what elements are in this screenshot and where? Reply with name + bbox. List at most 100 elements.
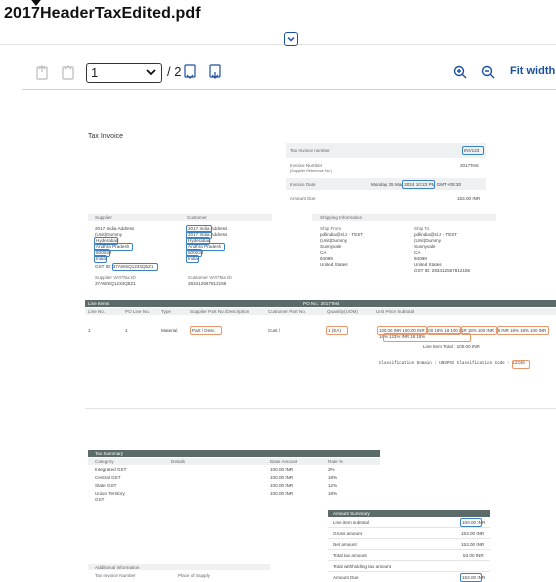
- tax-category: Central GST: [95, 475, 121, 480]
- invoice-number-label: Invoice Number: [290, 163, 323, 168]
- ship-to-line: United States: [414, 262, 442, 267]
- tax-rate: 3%: [328, 467, 335, 472]
- viewer-toolbar: [0, 56, 556, 88]
- ship-from-line: Sunnyvale: [320, 244, 342, 249]
- ship-from-line: United States: [320, 262, 348, 267]
- page-total: / 2: [167, 64, 182, 79]
- amount-label: Net amount: [333, 542, 357, 547]
- col-details: Details: [171, 459, 186, 464]
- tax-category: State GST: [95, 483, 117, 488]
- divider: [328, 560, 490, 561]
- title-bar: 2017HeaderTaxEdited.pdf: [0, 0, 556, 46]
- tax-rate: 18%: [328, 491, 338, 496]
- ship-to-line: 94089: [414, 256, 427, 261]
- col-unit-price: Unit Price Subtotal: [376, 309, 415, 314]
- party-header-bg: [88, 214, 272, 221]
- highlight-box: [94, 255, 107, 263]
- col-supplier-part: Supplier Part No./Description: [190, 309, 250, 314]
- line-items-header: Line Items: [88, 301, 110, 306]
- ship-from-line: (Unit)Dummy: [320, 238, 348, 243]
- tax-base: 100.00 INR: [270, 491, 294, 496]
- highlight-box: [460, 518, 482, 527]
- highlight-box: [497, 326, 549, 335]
- classification: Classification Domain : UNSPSC Classific…: [379, 362, 525, 366]
- highlight-box: [383, 333, 471, 342]
- page-number-select[interactable]: 1: [86, 63, 162, 83]
- collapse-toggle-button[interactable]: [284, 32, 298, 46]
- chevron-down-icon: [287, 36, 295, 42]
- supplier-vat-label: Supplier VAT/Tax ID: [95, 275, 136, 280]
- amount-label: Total withholding tax amount: [333, 564, 391, 569]
- po-number: PO No.: 2017Test: [303, 301, 340, 306]
- tax-base: 100.00 INR: [270, 475, 294, 480]
- pdf-page: Tax Invoice Tax Invoice number INV123 In…: [0, 90, 556, 582]
- supplier-vat-value: 37AWSQ1234Q5Z1: [95, 281, 136, 286]
- invoice-heading: Tax Invoice: [88, 133, 124, 140]
- tax-invoice-number-label: Tax Invoice number: [290, 148, 330, 153]
- first-page-disabled-icon[interactable]: [34, 64, 50, 80]
- customer-vat-value: 283412567812156: [188, 281, 227, 286]
- col-category: Category: [95, 459, 114, 464]
- amount-summary-header: Amount Summary: [333, 511, 370, 516]
- supplier-header: Supplier: [95, 215, 112, 220]
- amount-value: 153.00 INR: [461, 542, 485, 547]
- ship-to-line: CA: [414, 250, 421, 255]
- divider: [328, 527, 490, 528]
- amount-due-value: 153.00 INR: [457, 196, 481, 201]
- amount-label: Line item subtotal: [333, 520, 370, 525]
- page-number-value: 1: [91, 65, 99, 80]
- shipping-header: Shipping Information: [320, 215, 363, 220]
- ship-to-label: Ship To: [414, 226, 430, 231]
- last-page-icon[interactable]: [207, 64, 223, 80]
- tax-base: 100.00 INR: [270, 467, 294, 472]
- divider: [328, 538, 490, 539]
- col-quantity: Quantity(UOM): [327, 309, 358, 314]
- amount-label: Total tax amount: [333, 553, 367, 558]
- highlight-box: [186, 255, 199, 263]
- line-item-total: Line Item Total : 100.00 INR: [423, 344, 480, 349]
- tax-rate: 12%: [328, 483, 338, 488]
- amount-value: 153.00 INR: [461, 531, 485, 536]
- customer-part: Cust /: [268, 328, 280, 333]
- highlight-box: [460, 573, 482, 582]
- highlight-box: [462, 146, 484, 155]
- line-no: 1: [88, 328, 91, 333]
- ship-from-label: Ship From: [320, 226, 342, 231]
- amount-value: 53.00 INR: [463, 553, 484, 558]
- tax-category: Union Territory GST: [95, 491, 125, 502]
- fit-width-button[interactable]: Fit width: [510, 65, 555, 77]
- highlight-box: [112, 263, 158, 271]
- col-base-amount: Base Amount: [270, 459, 298, 464]
- tax-category: Integrated GST: [95, 467, 127, 472]
- tax-base: 100.00 INR: [270, 483, 294, 488]
- po-line-no: 1: [125, 328, 128, 333]
- highlight-box: [402, 180, 435, 189]
- next-page-icon[interactable]: [182, 64, 198, 80]
- zoom-in-icon[interactable]: [452, 64, 468, 80]
- chevron-down-icon: [146, 69, 156, 76]
- amount-label: Gross amount: [333, 531, 362, 536]
- amount-due-label: Amount Due: [290, 196, 316, 201]
- customer-vat-label: Customer VAT/Tax ID: [188, 275, 232, 280]
- tax-summary-header-bar: [88, 450, 380, 457]
- divider: [328, 571, 490, 572]
- additional-col-2: Place of Supply: [178, 573, 210, 578]
- col-po-line-no: PO Line No.: [125, 309, 151, 314]
- zoom-out-icon[interactable]: [480, 64, 496, 80]
- prev-page-disabled-icon[interactable]: [60, 64, 76, 80]
- divider: [328, 549, 490, 550]
- ship-from-line: CA: [320, 250, 327, 255]
- file-title: 2017HeaderTaxEdited.pdf: [4, 5, 201, 22]
- col-line-no: Line No.: [88, 309, 106, 314]
- col-customer-part: Customer Part No.: [268, 309, 307, 314]
- ship-to-gst: GST ID: 283412567812156: [414, 268, 471, 273]
- additional-header: Additional Information: [95, 565, 140, 570]
- highlight-box: [512, 360, 530, 369]
- ship-from-line: 94089: [320, 256, 333, 261]
- invoice-date-label: Invoice Date: [290, 182, 316, 187]
- tax-rate: 18%: [328, 475, 338, 480]
- item-type: Material: [161, 328, 178, 333]
- tax-summary-header: Tax Summary: [95, 451, 124, 456]
- ship-from-line: pdlindia@sl.z - TEST: [320, 232, 364, 237]
- highlight-box: [190, 326, 222, 335]
